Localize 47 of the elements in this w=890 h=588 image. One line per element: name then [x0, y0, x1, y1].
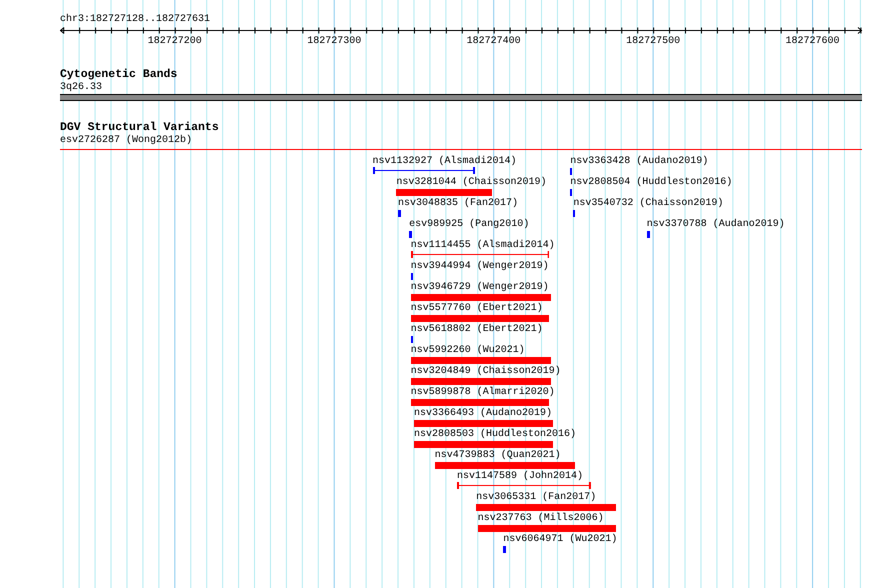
feature-bar[interactable]	[410, 336, 413, 343]
feature-label: nsv3048835 (Fan2017)	[398, 198, 518, 210]
tick-label: 182727200	[146, 36, 203, 48]
feature-line[interactable]	[457, 482, 591, 489]
feature-bar[interactable]	[398, 210, 402, 217]
tick-label: 182727300	[306, 36, 362, 48]
feature-bar[interactable]	[570, 189, 572, 196]
band-label: 3q26.33	[60, 82, 104, 94]
tick-label: 182727500	[625, 36, 682, 48]
feature-line[interactable]	[410, 251, 550, 258]
feature-label: nsv3366493 (Audano2019)	[414, 408, 552, 420]
feature-bar[interactable]	[410, 273, 413, 280]
location-label: chr3:182727128..182727631	[60, 12, 212, 26]
tick-label: 182727600	[784, 36, 841, 48]
feature-label: nsv3204849 (Chaisson2019)	[410, 366, 561, 378]
feature-label: nsv2808503 (Huddleston2016)	[414, 429, 576, 441]
feature-label: nsv237763 (Mills2006)	[478, 513, 604, 525]
feature-label: nsv3363428 (Audano2019)	[570, 156, 708, 168]
feature-label: nsv5577760 (Ebert2021)	[410, 303, 543, 315]
feature-label: nsv3946729 (Wenger2019)	[410, 282, 549, 294]
feature-label: nsv3944994 (Wenger2019)	[410, 261, 549, 273]
feature-label: nsv5618802 (Ebert2021)	[410, 324, 543, 336]
feature-label: nsv4739883 (Quan2021)	[434, 450, 561, 462]
feature-label: nsv1132927 (Alsmadi2014)	[372, 156, 517, 168]
track-title: Cytogenetic Bands	[60, 68, 178, 81]
tick-label: 182727400	[466, 36, 522, 48]
feature-label: nsv1147589 (John2014)	[457, 471, 584, 483]
feature-line[interactable]	[60, 146, 862, 153]
feature-label: nsv3281044 (Chaisson2019)	[396, 177, 546, 189]
track-title: DGV Structural Variants	[60, 121, 219, 134]
feature-bar[interactable]	[503, 546, 506, 553]
feature-label: nsv6064971 (Wu2021)	[503, 534, 618, 546]
chromosome-band[interactable]	[60, 94, 862, 101]
feature-bar[interactable]	[573, 210, 576, 217]
feature-label: nsv2808504 (Huddleston2016)	[570, 177, 732, 189]
feature-label: nsv3065331 (Fan2017)	[476, 492, 596, 504]
feature-bar[interactable]	[646, 231, 650, 238]
feature-bar[interactable]	[570, 168, 572, 175]
feature-label: nsv5992260 (Wu2021)	[410, 345, 525, 357]
feature-bar[interactable]	[409, 231, 412, 238]
feature-line[interactable]	[372, 167, 475, 174]
feature-label: esv2726287 (Wong2012b)	[60, 135, 192, 147]
feature-label: nsv5899878 (Almarri2020)	[410, 387, 555, 399]
feature-label: nsv1114455 (Alsmadi2014)	[410, 240, 555, 252]
feature-label: esv989925 (Pang2010)	[409, 219, 530, 231]
feature-label: nsv3540732 (Chaisson2019)	[573, 198, 724, 210]
feature-label: nsv3370788 (Audano2019)	[646, 219, 785, 231]
